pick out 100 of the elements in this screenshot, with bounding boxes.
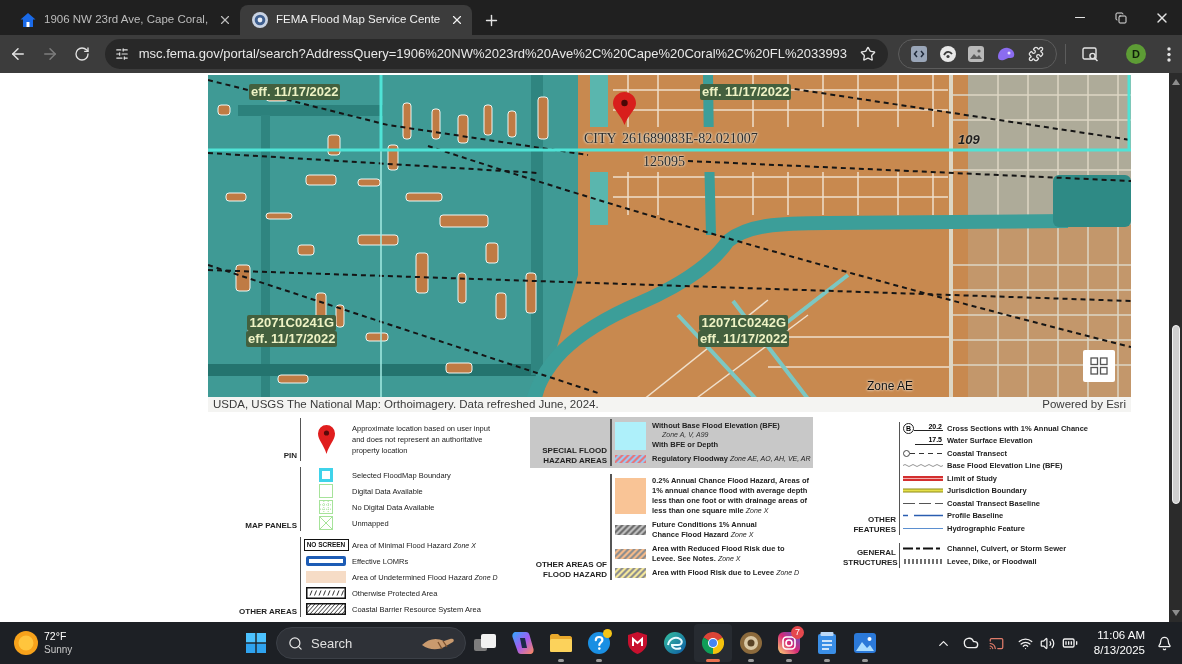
taskbar-app-button[interactable] [694,624,732,662]
striped-swatch-icon [614,549,646,559]
legend-group-title: OTHER FEATURES [852,514,897,535]
scrollbar-thumb[interactable] [1171,325,1180,504]
question-circle-icon [588,632,610,654]
square-outline-icon [319,484,333,498]
wavy-line-icon [903,462,943,470]
running-indicator-icon [786,659,792,662]
effective-date-label: eff. 11/17/2022 [249,84,341,100]
striped-swatch-icon [614,455,646,463]
running-indicator-icon [748,659,754,662]
windows-logo-icon [246,633,266,653]
close-icon[interactable] [218,13,232,27]
cast-icon[interactable] [988,635,1004,651]
fill-swatch-icon [614,478,646,514]
credit-text: Powered by Esri [1042,398,1126,411]
star-icon [859,46,876,62]
basemap-gallery-button[interactable] [1083,350,1115,382]
fill-swatch-icon [306,571,346,583]
panel-number-label: 12071C0242G [699,315,788,331]
browser-tab[interactable]: 1906 NW 23rd Ave, Cape Coral, [8,5,240,35]
taskbar-app-button[interactable]: 7 [770,624,808,662]
folder-icon [550,634,572,652]
crossed-square-icon [319,516,333,530]
running-indicator-icon [558,659,564,662]
wifi-icon [1017,635,1033,651]
browser-tab[interactable]: FEMA Flood Map Service Cente [240,5,472,35]
shield-icon [627,632,647,654]
down-arrow-icon[interactable] [1171,610,1180,616]
grid-icon [1090,357,1108,375]
attribution-text: USDA, USGS The National Map: Orthoimagery. Data refreshed June, 2024. [213,398,599,411]
up-arrow-icon[interactable] [1171,79,1180,85]
square-outline-icon [319,468,333,482]
section-line-icon [914,430,943,432]
temperature-text: 72°F [44,631,68,642]
circle-dashed-line-icon [903,449,943,457]
search-field[interactable]: Search [276,627,466,659]
effective-date-label: eff. 11/17/2022 [246,331,338,347]
volume-icon [1039,635,1055,651]
concentric-rings-icon [740,632,762,654]
puzzle-icon[interactable] [1027,46,1044,62]
code-square-icon[interactable] [911,46,927,62]
fill-swatch-icon [614,421,646,450]
wave-circle-icon [664,632,686,654]
effective-date-label: eff. 11/17/2022 [698,331,790,347]
url-text: msc.fema.gov/portal/search?AddressQuery=1906%20NW%2023rd%20Ave%2C%20Cape%20Coral%2C%20FL%2033993 [138,45,848,64]
thick-line-icon [903,487,943,495]
outline-bar-icon [306,556,346,566]
line-icon [915,444,943,446]
notification-bell-icon[interactable] [1157,635,1172,651]
search-icon [288,635,303,651]
blob-icon[interactable] [997,47,1016,61]
picture-icon [854,633,876,653]
running-indicator-icon [596,659,602,662]
menu-icon [1167,46,1171,62]
striped-swatch-icon [614,568,646,578]
round-seal-icon [252,12,268,28]
running-indicator-icon [824,659,830,662]
house-logo-icon [20,12,36,28]
slanted-logo-icon [512,632,534,654]
sliders-icon [114,47,129,61]
sun-icon [14,631,38,655]
segmented-circle-icon [702,632,724,654]
community-number-label: 125095 [643,154,685,170]
legend-group-title: PIN [282,451,298,461]
hatched-swatch-icon [306,603,346,615]
legend-group-title: SPECIAL FLOOD HAZARD AREAS [541,446,608,466]
overlapping-windows-icon [474,633,496,653]
battery-icon [1061,635,1078,651]
clock-button[interactable]: 11:06 AM 8/13/2025 [1089,625,1149,661]
tick-line-icon [903,557,943,565]
notepad-icon [818,632,836,654]
panel-number-label: 12071C0241G [247,315,336,331]
flood-zone-label: Zone AE [867,378,914,395]
legend-group-title: OTHER AREAS [238,607,298,617]
active-indicator-icon [706,659,720,662]
dashed-line-icon [903,545,943,553]
restore-icon [1114,11,1127,24]
striped-swatch-icon [614,525,646,535]
minimize-icon [1074,16,1085,19]
legend-group-title: OTHER AREAS OF FLOOD HAZARD [534,560,608,580]
circle-logo-icon[interactable] [939,46,956,62]
route-number-label: 109 [958,132,980,148]
double-line-icon [903,474,943,482]
image-square-icon[interactable] [968,46,985,62]
legend-group-title: GENERAL STRUCTURES [843,547,899,568]
close-icon[interactable] [450,13,464,27]
address-bar[interactable]: msc.fema.gov/portal/search?AddressQuery=1906%20NW%2023rd%20Ave%2C%20Cape%20Coral%2C%20FL%2033993 [104,39,888,69]
place-label: CITY [584,131,617,147]
running-indicator-icon [862,659,868,662]
profile-avatar[interactable]: D [1126,44,1147,64]
map-pin-icon [613,92,636,125]
effective-date-label: eff. 11/17/2022 [700,84,792,100]
dotted-grid-square-icon [319,500,333,514]
dash-pattern-swatch-icon [306,587,346,599]
coordinates-label: 261689083E-82.021007 [622,131,758,147]
cloud-icon[interactable] [962,635,979,651]
weather-condition-text: Sunny [44,644,73,655]
reload-icon [73,46,90,62]
legend-group-title: MAP PANELS [244,521,298,531]
